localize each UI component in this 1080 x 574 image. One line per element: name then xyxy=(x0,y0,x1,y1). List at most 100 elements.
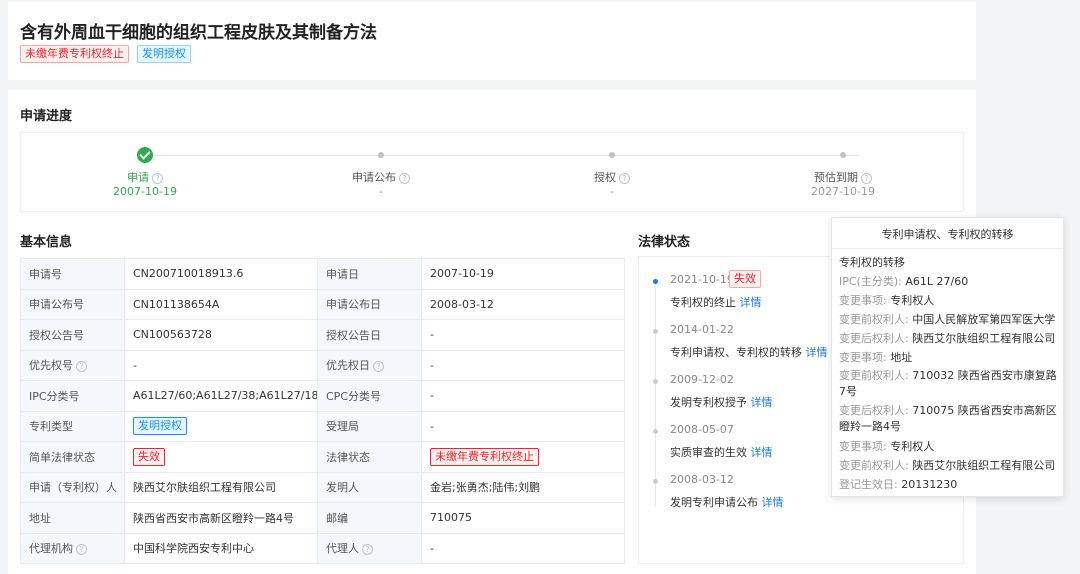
step-label: 申请 xyxy=(127,171,149,184)
help-icon[interactable]: ? xyxy=(373,360,384,372)
table-row: 申请（专利权）人 陕西艾尔肤组织工程有限公司 发明人 金岩;张勇杰;陆伟;刘鹏 xyxy=(20,471,625,503)
field-value: - xyxy=(421,319,625,351)
table-row: 简单法律状态 失效 法律状态 未缴年费专利权终止 xyxy=(20,441,625,473)
detail-link[interactable]: 详情 xyxy=(751,446,773,459)
popover-row: 变更后权利人: 陕西艾尔肤组织工程有限公司 xyxy=(839,332,1056,345)
check-icon xyxy=(137,147,153,163)
field-label: 代理机构? xyxy=(20,532,125,564)
field-value: 2008-03-12 xyxy=(421,288,625,320)
detail-link[interactable]: 详情 xyxy=(762,496,784,509)
field-label: 授权公告日 xyxy=(317,319,422,351)
help-icon[interactable]: ? xyxy=(76,543,87,555)
transfer-detail-popover: 专利申请权、专利权的转移 专利权的转移 IPC(主分类): A61L 27/60… xyxy=(831,217,1064,497)
help-icon[interactable]: ? xyxy=(619,172,630,184)
timeline-dot xyxy=(653,479,658,484)
applicant-link[interactable]: 陕西艾尔肤组织工程有限公司 xyxy=(124,471,318,503)
basic-info-table: 申请号 CN200710018913.6 申请日 2007-10-19 申请公布… xyxy=(20,258,625,564)
help-icon[interactable]: ? xyxy=(362,543,373,555)
event-text: 专利权的终止 xyxy=(670,296,736,309)
field-value: 中国科学院西安专利中心 xyxy=(124,532,318,564)
field-value: A61L27/60;A61L27/38;A61L27/18 xyxy=(124,380,318,412)
popover-row: 变更前权利人: 710032 陕西省西安市康复路7号 xyxy=(839,369,1057,398)
field-label: 优先权号? xyxy=(20,349,125,381)
patent-title: 含有外周血干细胞的组织工程皮肤及其制备方法 xyxy=(20,23,377,43)
step-label: 申请公布 xyxy=(352,171,396,184)
step-date: - xyxy=(379,185,383,198)
field-value: CN100563728 xyxy=(124,319,318,351)
event-date: 2014-01-22 xyxy=(670,323,734,336)
type-tag-granted: 发明授权 xyxy=(137,45,191,63)
step-label: 预估到期 xyxy=(814,171,858,184)
step-date: 2027-10-19 xyxy=(811,185,875,198)
basic-info-section-title: 基本信息 xyxy=(20,235,73,250)
event-date: 2008-03-12 xyxy=(670,473,734,486)
step-dot xyxy=(378,152,384,158)
field-value: - xyxy=(421,532,625,564)
table-row: 专利类型 发明授权 受理局 - xyxy=(20,410,625,442)
event-text: 发明专利申请公布 xyxy=(670,496,758,509)
field-value: - xyxy=(421,410,625,442)
field-label: 申请（专利权）人 xyxy=(20,471,125,503)
event-date: 2008-05-07 xyxy=(670,423,734,436)
table-row: 代理机构? 中国科学院西安专利中心 代理人? - xyxy=(20,532,625,564)
simple-status-tag: 失效 xyxy=(133,447,165,466)
divider xyxy=(832,248,1063,249)
step-date: 2007-10-19 xyxy=(113,185,177,198)
progress-tracker: 申请? 2007-10-19 申请公布? - 授权? - 预估到期? 2027-… xyxy=(20,132,964,212)
invalid-badge: 失效 xyxy=(729,270,761,288)
help-icon[interactable]: ? xyxy=(861,172,872,184)
field-label: IPC分类号 xyxy=(20,380,125,412)
field-label: 地址 xyxy=(20,502,125,534)
popover-row: 变更事项: 地址 xyxy=(839,351,913,364)
timeline-dot xyxy=(653,379,658,384)
field-value: - xyxy=(124,349,318,381)
popover-row: 变更事项: 专利权人 xyxy=(839,294,935,307)
table-row: 申请公布号 CN101138654A 申请公布日 2008-03-12 xyxy=(20,288,625,320)
field-label: 申请公布日 xyxy=(317,288,422,320)
table-row: 授权公告号 CN100563728 授权公告日 - xyxy=(20,319,625,351)
popover-row: 变更后权利人: 710075 陕西省西安市高新区瞪羚一路4号 xyxy=(839,404,1057,433)
field-label: 申请公布号 xyxy=(20,288,125,320)
table-row: IPC分类号 A61L27/60;A61L27/38;A61L27/18 CPC… xyxy=(20,380,625,412)
field-value: - xyxy=(421,380,625,412)
field-label: 申请日 xyxy=(317,258,422,290)
help-icon[interactable]: ? xyxy=(76,360,87,372)
field-value: CN101138654A xyxy=(124,288,318,320)
detail-link[interactable]: 详情 xyxy=(740,296,762,309)
field-label: 邮编 xyxy=(317,502,422,534)
step-label: 授权 xyxy=(594,171,616,184)
help-icon[interactable]: ? xyxy=(152,172,163,184)
popover-heading: 专利权的转移 xyxy=(839,256,905,269)
step-dot xyxy=(609,152,615,158)
field-value: 金岩;张勇杰;陆伟;刘鹏 xyxy=(421,471,625,503)
popover-title: 专利申请权、专利权的转移 xyxy=(881,228,1014,241)
timeline-line xyxy=(655,277,656,507)
help-icon[interactable]: ? xyxy=(399,172,410,184)
status-tag-terminated: 未缴年费专利权终止 xyxy=(20,45,129,63)
legal-section-title: 法律状态 xyxy=(638,235,691,250)
detail-link[interactable]: 详情 xyxy=(806,346,828,359)
field-value: 710075 xyxy=(421,502,625,534)
field-label: CPC分类号 xyxy=(317,380,422,412)
detail-link[interactable]: 详情 xyxy=(751,396,773,409)
popover-row: IPC(主分类): A61L 27/60 xyxy=(839,275,969,288)
field-label: 申请号 xyxy=(20,258,125,290)
event-text: 专利申请权、专利权的转移 xyxy=(670,346,802,359)
event-text: 发明专利权授予 xyxy=(670,396,747,409)
table-row: 地址 陕西省西安市高新区瞪羚一路4号 邮编 710075 xyxy=(20,502,625,534)
field-value: - xyxy=(421,349,625,381)
timeline-dot xyxy=(653,429,658,434)
field-label: 受理局 xyxy=(317,410,422,442)
patent-type-tag: 发明授权 xyxy=(133,417,187,436)
timeline-dot xyxy=(653,279,658,284)
legal-status-tag: 未缴年费专利权终止 xyxy=(430,447,539,466)
popover-row: 变更事项: 专利权人 xyxy=(839,440,935,453)
event-date: 2009-12-02 xyxy=(670,373,734,386)
field-label: 专利类型 xyxy=(20,410,125,442)
field-label: 优先权日? xyxy=(317,349,422,381)
progress-line xyxy=(145,155,859,156)
header-card: 含有外周血干细胞的组织工程皮肤及其制备方法 未缴年费专利权终止 发明授权 xyxy=(8,2,976,80)
event-text: 实质审查的生效 xyxy=(670,446,747,459)
field-label: 简单法律状态 xyxy=(20,441,125,473)
event-date: 2021-10-19 xyxy=(670,273,734,286)
